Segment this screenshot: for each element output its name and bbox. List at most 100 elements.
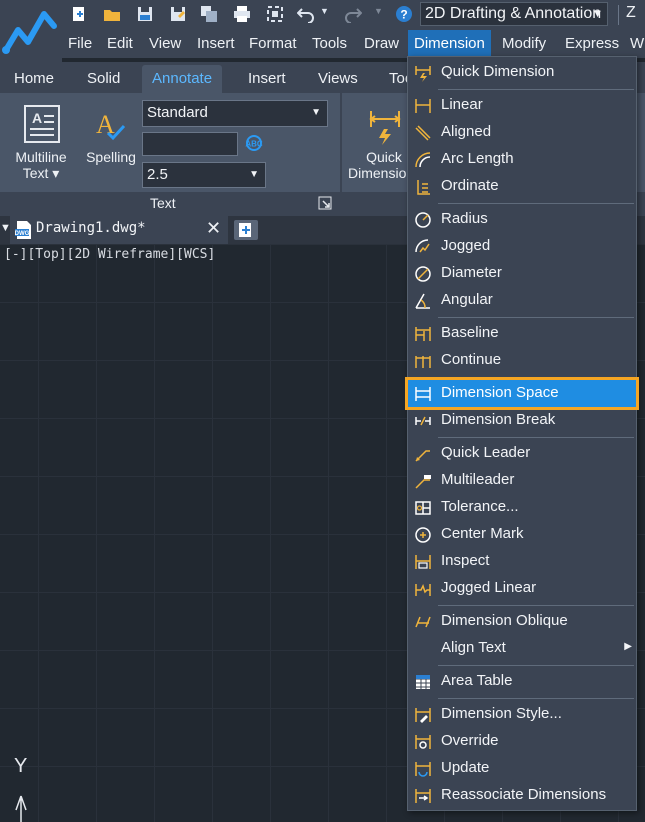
menu-edit[interactable]: Edit bbox=[101, 30, 139, 58]
tab-home[interactable]: Home bbox=[4, 65, 64, 93]
menu-item-radius[interactable]: Radius bbox=[408, 206, 636, 233]
menu-item-label: Area Table bbox=[441, 672, 513, 689]
menu-item-label: Dimension Space bbox=[441, 384, 559, 401]
svg-text:DWG: DWG bbox=[15, 231, 30, 237]
menu-item-reassociate[interactable]: Reassociate Dimensions bbox=[408, 782, 636, 809]
menu-item-label: Continue bbox=[441, 351, 502, 368]
menu-item-dimension-style[interactable]: Dimension Style... bbox=[408, 701, 636, 728]
menu-item-label: Radius bbox=[441, 210, 488, 227]
menu-tools[interactable]: Tools bbox=[306, 30, 353, 58]
menu-item-baseline[interactable]: Baseline bbox=[408, 320, 636, 347]
menu-item-arc-length[interactable]: Arc Length bbox=[408, 146, 636, 173]
menu-item-ordinate[interactable]: Ordinate bbox=[408, 173, 636, 200]
override-icon bbox=[415, 735, 431, 749]
dialog-launcher-icon[interactable] bbox=[318, 196, 332, 210]
menu-item-linear[interactable]: Linear bbox=[408, 92, 636, 119]
menu-item-continue[interactable]: Continue bbox=[408, 347, 636, 374]
diameter-icon bbox=[415, 266, 431, 282]
linear-icon bbox=[415, 99, 431, 113]
document-tab[interactable]: DWG Drawing1.dwg* ✕ bbox=[10, 216, 228, 244]
menu-item-dimension-space[interactable]: Dimension Space bbox=[405, 377, 639, 410]
save-as-icon[interactable] bbox=[169, 5, 187, 23]
sheet-set-icon[interactable] bbox=[200, 5, 218, 23]
ucs-y-label: Y bbox=[14, 755, 28, 777]
menu-item-angular[interactable]: Angular bbox=[408, 287, 636, 314]
menu-insert[interactable]: Insert bbox=[191, 30, 241, 58]
save-icon[interactable] bbox=[136, 5, 154, 23]
menu-item-quick-leader[interactable]: Quick Leader bbox=[408, 440, 636, 467]
multileader-icon bbox=[415, 475, 431, 489]
menu-item-center-mark[interactable]: Center Mark bbox=[408, 521, 636, 548]
radius-icon bbox=[415, 212, 431, 228]
menu-item-label: Dimension Oblique bbox=[441, 612, 568, 629]
menu-draw[interactable]: Draw bbox=[358, 30, 405, 58]
menu-item-update[interactable]: Update bbox=[408, 755, 636, 782]
menu-express[interactable]: Express bbox=[559, 30, 625, 58]
baseline-icon bbox=[415, 327, 431, 341]
viewport-controls[interactable]: [-][Top][2D Wireframe][WCS] bbox=[4, 247, 215, 262]
help-icon[interactable]: ? bbox=[395, 5, 413, 23]
tolerance-icon bbox=[415, 501, 431, 515]
plot-icon[interactable] bbox=[266, 5, 284, 23]
new-tab-button[interactable] bbox=[234, 220, 258, 240]
menu-dimension[interactable]: Dimension bbox=[408, 30, 491, 58]
app-logo[interactable] bbox=[0, 0, 62, 62]
menu-item-align-text[interactable]: Align Text ▶ bbox=[408, 635, 636, 662]
workspace-selector[interactable]: 2D Drafting & Annotation ▼ bbox=[420, 2, 608, 26]
jogged-linear-icon bbox=[415, 584, 431, 596]
find-replace-icon[interactable]: ABC bbox=[244, 133, 266, 155]
menu-item-label: Quick Leader bbox=[441, 444, 531, 461]
print-icon[interactable] bbox=[233, 5, 251, 23]
text-height-value: 2.5 bbox=[147, 166, 168, 183]
menu-item-dimension-oblique[interactable]: Dimension Oblique bbox=[408, 608, 636, 635]
svg-text:ABC: ABC bbox=[245, 140, 263, 149]
menu-format[interactable]: Format bbox=[243, 30, 303, 58]
find-text-input[interactable] bbox=[142, 132, 238, 156]
document-tab-name: Drawing1.dwg* bbox=[36, 220, 146, 236]
menu-item-diameter[interactable]: Diameter bbox=[408, 260, 636, 287]
area-table-icon bbox=[416, 675, 430, 689]
menu-window[interactable]: W bbox=[624, 30, 645, 58]
menu-item-aligned[interactable]: Aligned bbox=[408, 119, 636, 146]
menu-item-override[interactable]: Override bbox=[408, 728, 636, 755]
submenu-arrow-icon: ▶ bbox=[624, 641, 632, 652]
ordinate-icon bbox=[417, 180, 430, 195]
close-icon[interactable]: ✕ bbox=[206, 218, 221, 239]
menu-item-inspect[interactable]: Inspect bbox=[408, 548, 636, 575]
undo-icon[interactable] bbox=[297, 5, 315, 23]
tab-annotate[interactable]: Annotate bbox=[142, 65, 223, 93]
menu-item-jogged[interactable]: Jogged bbox=[408, 233, 636, 260]
continue-icon bbox=[415, 356, 431, 368]
dimension-space-icon bbox=[415, 387, 431, 401]
multiline-text-button[interactable]: A Multiline Text ▾ bbox=[4, 101, 78, 185]
menu-item-dimension-break[interactable]: Dimension Break bbox=[408, 407, 636, 434]
menu-item-label: Angular bbox=[441, 291, 493, 308]
menu-view[interactable]: View bbox=[143, 30, 187, 58]
text-style-select[interactable]: Standard ▼ bbox=[142, 100, 328, 127]
menu-modify[interactable]: Modify bbox=[496, 30, 552, 58]
text-height-select[interactable]: 2.5 ▼ bbox=[142, 162, 266, 188]
angular-icon bbox=[415, 293, 430, 309]
workspace-label: 2D Drafting & Annotation bbox=[425, 5, 602, 22]
menu-item-area-table[interactable]: Area Table bbox=[408, 668, 636, 695]
tab-solid[interactable]: Solid bbox=[77, 65, 130, 93]
tab-views[interactable]: Views bbox=[308, 65, 368, 93]
menu-item-tolerance[interactable]: Tolerance... bbox=[408, 494, 636, 521]
spelling-icon: A bbox=[96, 110, 126, 141]
quick-dimension-label-1: Quick bbox=[366, 149, 402, 165]
redo-dropdown-icon[interactable]: ▼ bbox=[374, 6, 392, 24]
open-icon[interactable] bbox=[103, 5, 121, 23]
menu-item-multileader[interactable]: Multileader bbox=[408, 467, 636, 494]
menu-separator bbox=[438, 665, 634, 666]
chevron-down-icon: ▼ bbox=[311, 107, 321, 118]
text-style-value: Standard bbox=[147, 104, 208, 121]
undo-dropdown-icon[interactable]: ▼ bbox=[320, 6, 338, 24]
tab-insert[interactable]: Insert bbox=[238, 65, 296, 93]
new-icon[interactable] bbox=[70, 5, 88, 23]
redo-icon[interactable] bbox=[344, 5, 362, 23]
quick-dimension-button[interactable]: Quick Dimensio bbox=[346, 101, 408, 185]
menu-item-jogged-linear[interactable]: Jogged Linear bbox=[408, 575, 636, 602]
menu-file[interactable]: File bbox=[62, 30, 98, 58]
menu-item-quick-dimension[interactable]: Quick Dimension bbox=[408, 59, 636, 86]
spelling-button[interactable]: A Spelling bbox=[80, 101, 142, 165]
